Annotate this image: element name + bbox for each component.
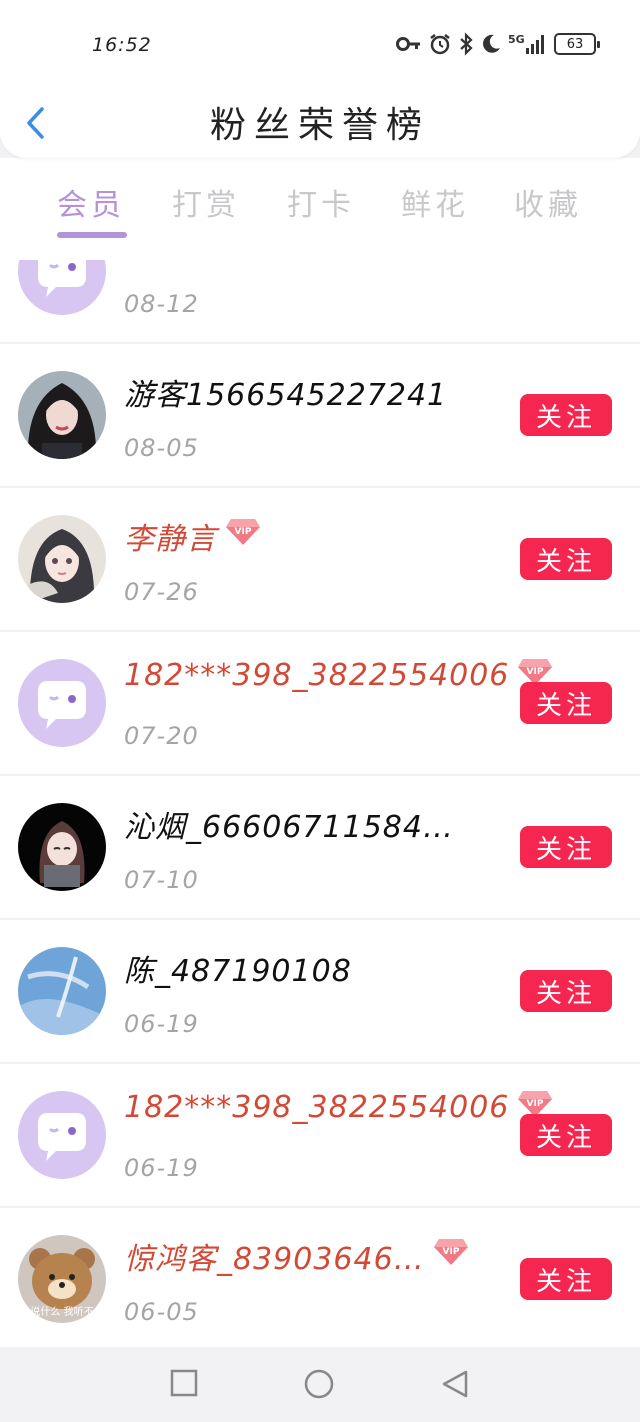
- avatar[interactable]: [18, 260, 106, 315]
- vip-diamond-icon: VIP: [225, 516, 261, 546]
- vip-badge-text: VIP: [527, 1099, 544, 1109]
- list-item[interactable]: 沁烟_66606711584… 07-10 关注: [0, 776, 640, 918]
- tab-tips[interactable]: 打赏: [172, 180, 240, 224]
- fan-date: 08-12: [124, 290, 199, 318]
- tab-active-indicator: [57, 232, 127, 238]
- default-chat-avatar-icon: [18, 1091, 106, 1179]
- fans-list[interactable]: 08-12 关注 游客1566545227241 08-05 关注 李静言 VI…: [0, 260, 640, 1347]
- fan-name[interactable]: 沁烟_66606711584…: [124, 802, 454, 846]
- follow-button[interactable]: 关注: [520, 1258, 612, 1300]
- list-item[interactable]: 182***398_3822554006 VIP 07-20 关注: [0, 632, 640, 774]
- avatar[interactable]: 说什么 我听不: [18, 1235, 106, 1323]
- fan-name[interactable]: 182***398_3822554006: [124, 1090, 509, 1125]
- default-chat-avatar-icon: [18, 659, 106, 747]
- list-item[interactable]: 李静言 VIP 07-26 关注: [0, 488, 640, 630]
- fan-name[interactable]: 惊鸿客_83903646…: [124, 1234, 425, 1278]
- navigation-bar: [0, 1347, 640, 1422]
- fan-name-line: 游客1566545227241: [124, 370, 447, 414]
- fan-date: 07-20: [124, 722, 199, 750]
- bear-avatar-icon: 说什么 我听不: [18, 1235, 106, 1323]
- page-title: 粉丝荣誉榜: [209, 105, 430, 146]
- fan-name[interactable]: 陈_487190108: [124, 946, 352, 990]
- bear-avatar-caption: 说什么 我听不: [30, 1305, 93, 1318]
- status-time: 16:52: [92, 34, 152, 56]
- list-item[interactable]: 08-12 关注: [0, 260, 640, 342]
- vip-badge-text: VIP: [442, 1247, 459, 1257]
- avatar[interactable]: [18, 947, 106, 1035]
- svg-text:5G: 5G: [508, 33, 525, 46]
- fan-date: 07-10: [124, 866, 199, 894]
- bluetooth-icon: [458, 32, 474, 56]
- fan-name-line: 沁烟_66606711584…: [124, 802, 454, 846]
- fan-date: 06-19: [124, 1154, 199, 1182]
- fan-name-line: 惊鸿客_83903646… VIP: [124, 1234, 469, 1278]
- fan-name[interactable]: 游客1566545227241: [124, 370, 447, 414]
- recent-apps-icon[interactable]: [170, 1369, 198, 1401]
- vip-diamond-icon: VIP: [517, 656, 553, 686]
- list-item[interactable]: 游客1566545227241 08-05 关注: [0, 344, 640, 486]
- fan-date: 06-19: [124, 1010, 199, 1038]
- vip-badge-text: VIP: [527, 667, 544, 677]
- avatar[interactable]: [18, 371, 106, 459]
- fan-date: 08-05: [124, 434, 199, 462]
- avatar[interactable]: [18, 659, 106, 747]
- list-item[interactable]: 陈_487190108 06-19 关注: [0, 920, 640, 1062]
- tab-flowers[interactable]: 鲜花: [401, 180, 469, 224]
- tab-checkin[interactable]: 打卡: [287, 180, 355, 224]
- follow-button[interactable]: 关注: [520, 538, 612, 580]
- tab-favorites[interactable]: 收藏: [514, 180, 582, 224]
- fan-name-line: 182***398_3822554006 VIP: [124, 1090, 553, 1125]
- tab-bar: 会员 打赏 打卡 鲜花 收藏: [0, 158, 640, 260]
- avatar[interactable]: [18, 803, 106, 891]
- home-icon[interactable]: [304, 1369, 334, 1403]
- alarm-icon: [428, 32, 452, 56]
- fan-name-line: 182***398_3822554006 VIP: [124, 658, 553, 693]
- battery-icon: 63: [554, 33, 600, 55]
- status-icons: 5G 63: [396, 29, 600, 59]
- avatar[interactable]: [18, 1091, 106, 1179]
- fan-date: 06-05: [124, 1298, 199, 1326]
- list-item[interactable]: 说什么 我听不 惊鸿客_83903646… VIP 06-05 关注: [0, 1208, 640, 1347]
- fan-date: 07-26: [124, 578, 199, 606]
- fan-name[interactable]: 182***398_3822554006: [124, 658, 509, 693]
- fan-name-line: 李静言 VIP: [124, 514, 261, 558]
- vip-badge-text: VIP: [235, 527, 252, 537]
- follow-button[interactable]: 关注: [520, 1114, 612, 1156]
- follow-button[interactable]: 关注: [520, 394, 612, 436]
- vip-diamond-icon: VIP: [433, 1236, 469, 1266]
- moon-icon: [480, 33, 502, 55]
- photo-avatar-icon: [18, 371, 106, 459]
- follow-button[interactable]: 关注: [520, 970, 612, 1012]
- list-item[interactable]: 182***398_3822554006 VIP 06-19 关注: [0, 1064, 640, 1206]
- follow-button[interactable]: 关注: [520, 682, 612, 724]
- key-icon: [396, 34, 422, 54]
- follow-button[interactable]: 关注: [520, 826, 612, 868]
- signal-icon: 5G: [508, 32, 548, 56]
- sky-avatar-icon: [18, 947, 106, 1035]
- back-triangle-icon[interactable]: [440, 1369, 470, 1403]
- vip-diamond-icon: VIP: [517, 1088, 553, 1118]
- illustration-avatar-icon: [18, 515, 106, 603]
- anime-avatar-icon: [18, 803, 106, 891]
- fan-name-line: 陈_487190108: [124, 946, 352, 990]
- default-chat-avatar-icon: [18, 260, 106, 315]
- header: 16:52 5G 63 粉丝荣誉榜: [0, 0, 640, 158]
- avatar[interactable]: [18, 515, 106, 603]
- fan-name[interactable]: 李静言: [124, 514, 217, 558]
- tab-members[interactable]: 会员: [57, 180, 125, 224]
